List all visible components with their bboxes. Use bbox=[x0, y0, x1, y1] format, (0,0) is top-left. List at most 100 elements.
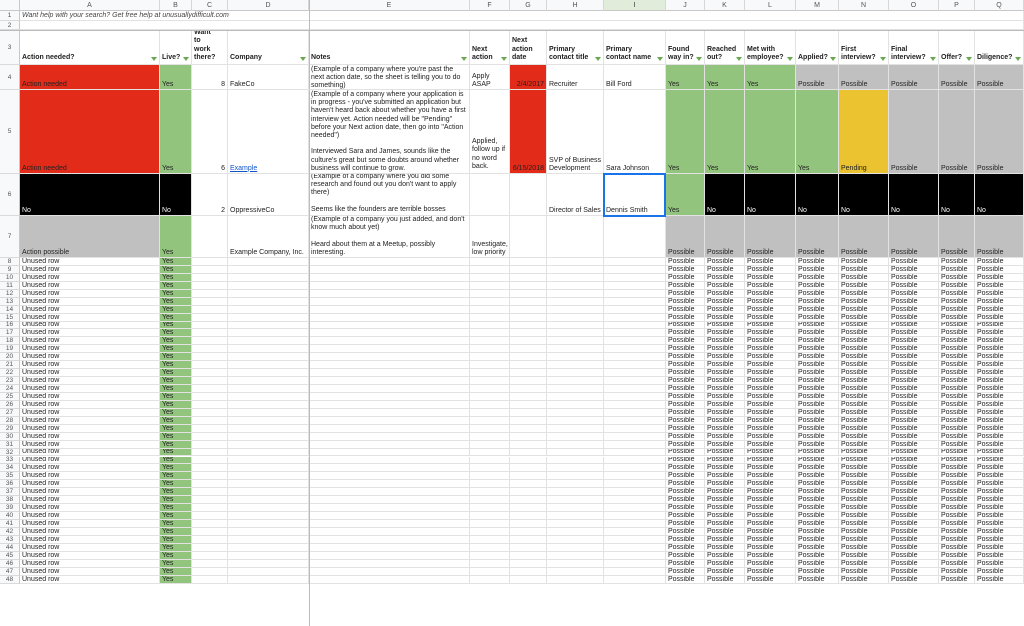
unused-l-cell[interactable]: Possible bbox=[745, 297, 796, 306]
r5-j-cell[interactable]: Yes bbox=[666, 90, 705, 174]
empty-cell[interactable] bbox=[192, 385, 228, 393]
header-i[interactable]: Primary contact name bbox=[604, 30, 666, 65]
row-header-42[interactable]: 42 bbox=[0, 528, 20, 536]
unused-l-cell[interactable]: Possible bbox=[745, 392, 796, 401]
unused-p-cell[interactable]: Possible bbox=[939, 527, 975, 536]
empty-cell[interactable] bbox=[309, 313, 470, 322]
unused-o-cell[interactable]: Possible bbox=[889, 369, 939, 378]
r4-a-cell[interactable]: Action needed bbox=[20, 65, 160, 90]
unused-a-cell[interactable]: Unused row bbox=[20, 337, 160, 346]
unused-b-cell[interactable]: Yes bbox=[160, 559, 192, 568]
unused-o-cell[interactable]: Possible bbox=[889, 289, 939, 298]
r5-a-cell[interactable]: Action needed bbox=[20, 90, 160, 174]
unused-b-cell[interactable]: Yes bbox=[160, 385, 192, 393]
unused-b-cell[interactable]: Yes bbox=[160, 258, 192, 266]
empty-cell[interactable] bbox=[228, 432, 309, 441]
unused-m-cell[interactable]: Possible bbox=[796, 400, 839, 409]
row-header-24[interactable]: 24 bbox=[0, 385, 20, 393]
r4-i-cell[interactable]: Bill Ford bbox=[604, 65, 666, 90]
empty-cell[interactable] bbox=[510, 273, 547, 282]
empty-cell[interactable] bbox=[192, 329, 228, 338]
empty-cell[interactable] bbox=[309, 361, 470, 370]
unused-j-cell[interactable]: Possible bbox=[666, 520, 705, 528]
unused-b-cell[interactable]: Yes bbox=[160, 551, 192, 560]
unused-b-cell[interactable]: Yes bbox=[160, 361, 192, 370]
unused-a-cell[interactable]: Unused row bbox=[20, 408, 160, 417]
unused-a-cell[interactable]: Unused row bbox=[20, 559, 160, 568]
unused-n-cell[interactable]: Possible bbox=[839, 472, 889, 481]
unused-a-cell[interactable]: Unused row bbox=[20, 329, 160, 338]
column-header-o[interactable]: O bbox=[889, 0, 939, 11]
filter-icon[interactable] bbox=[595, 57, 601, 61]
empty-cell[interactable] bbox=[604, 456, 666, 465]
unused-j-cell[interactable]: Possible bbox=[666, 543, 705, 552]
empty-cell[interactable] bbox=[510, 496, 547, 505]
header-n[interactable]: First interview? bbox=[839, 30, 889, 65]
unused-p-cell[interactable]: Possible bbox=[939, 464, 975, 473]
r4-j-cell[interactable]: Yes bbox=[666, 65, 705, 90]
unused-b-cell[interactable]: Yes bbox=[160, 329, 192, 338]
unused-p-cell[interactable]: Possible bbox=[939, 337, 975, 346]
empty-cell[interactable] bbox=[470, 258, 510, 266]
empty-cell[interactable] bbox=[309, 265, 470, 274]
column-header-g[interactable]: G bbox=[510, 0, 547, 11]
unused-q-cell[interactable]: Possible bbox=[975, 575, 1024, 584]
unused-a-cell[interactable]: Unused row bbox=[20, 289, 160, 298]
unused-m-cell[interactable]: Possible bbox=[796, 496, 839, 505]
unused-j-cell[interactable]: Possible bbox=[666, 535, 705, 544]
unused-n-cell[interactable]: Possible bbox=[839, 265, 889, 274]
unused-q-cell[interactable]: Possible bbox=[975, 305, 1024, 314]
unused-k-cell[interactable]: Possible bbox=[705, 416, 745, 425]
unused-o-cell[interactable]: Possible bbox=[889, 496, 939, 505]
empty-cell[interactable] bbox=[604, 345, 666, 354]
unused-n-cell[interactable]: Possible bbox=[839, 440, 889, 449]
unused-b-cell[interactable]: Yes bbox=[160, 337, 192, 346]
unused-l-cell[interactable]: Possible bbox=[745, 559, 796, 568]
unused-b-cell[interactable]: Yes bbox=[160, 520, 192, 528]
empty-cell[interactable] bbox=[228, 535, 309, 544]
empty-cell[interactable] bbox=[510, 567, 547, 576]
unused-p-cell[interactable]: Possible bbox=[939, 535, 975, 544]
r7-k-cell[interactable]: Possible bbox=[705, 216, 745, 258]
unused-b-cell[interactable]: Yes bbox=[160, 416, 192, 425]
column-header-a[interactable]: A bbox=[20, 0, 160, 11]
unused-n-cell[interactable]: Possible bbox=[839, 297, 889, 306]
unused-o-cell[interactable]: Possible bbox=[889, 512, 939, 521]
empty-cell[interactable] bbox=[228, 408, 309, 417]
unused-m-cell[interactable]: Possible bbox=[796, 432, 839, 441]
unused-n-cell[interactable]: Possible bbox=[839, 520, 889, 528]
empty-cell[interactable] bbox=[510, 432, 547, 441]
r7-h-cell[interactable] bbox=[547, 216, 604, 258]
empty-cell[interactable] bbox=[547, 369, 604, 378]
empty-cell[interactable] bbox=[192, 448, 228, 457]
header-g[interactable]: Next action date bbox=[510, 30, 547, 65]
column-header-f[interactable]: F bbox=[470, 0, 510, 11]
unused-m-cell[interactable]: Possible bbox=[796, 551, 839, 560]
unused-o-cell[interactable]: Possible bbox=[889, 400, 939, 409]
unused-q-cell[interactable]: Possible bbox=[975, 361, 1024, 370]
unused-o-cell[interactable]: Possible bbox=[889, 345, 939, 354]
empty-cell[interactable] bbox=[192, 273, 228, 282]
unused-j-cell[interactable]: Possible bbox=[666, 265, 705, 274]
unused-q-cell[interactable]: Possible bbox=[975, 512, 1024, 521]
header-q[interactable]: Diligence? bbox=[975, 30, 1024, 65]
unused-o-cell[interactable]: Possible bbox=[889, 480, 939, 489]
empty-cell[interactable] bbox=[228, 424, 309, 433]
row-2-empty[interactable] bbox=[20, 21, 1024, 30]
empty-cell[interactable] bbox=[309, 480, 470, 489]
unused-n-cell[interactable]: Possible bbox=[839, 496, 889, 505]
unused-n-cell[interactable]: Possible bbox=[839, 480, 889, 489]
unused-a-cell[interactable]: Unused row bbox=[20, 472, 160, 481]
unused-j-cell[interactable]: Possible bbox=[666, 392, 705, 401]
empty-cell[interactable] bbox=[547, 321, 604, 330]
unused-q-cell[interactable]: Possible bbox=[975, 400, 1024, 409]
unused-o-cell[interactable]: Possible bbox=[889, 559, 939, 568]
r5-o-cell[interactable]: Possible bbox=[889, 90, 939, 174]
unused-m-cell[interactable]: Possible bbox=[796, 385, 839, 393]
unused-p-cell[interactable]: Possible bbox=[939, 258, 975, 266]
unused-p-cell[interactable]: Possible bbox=[939, 543, 975, 552]
row-header-44[interactable]: 44 bbox=[0, 544, 20, 552]
unused-b-cell[interactable]: Yes bbox=[160, 543, 192, 552]
unused-j-cell[interactable]: Possible bbox=[666, 329, 705, 338]
unused-l-cell[interactable]: Possible bbox=[745, 408, 796, 417]
